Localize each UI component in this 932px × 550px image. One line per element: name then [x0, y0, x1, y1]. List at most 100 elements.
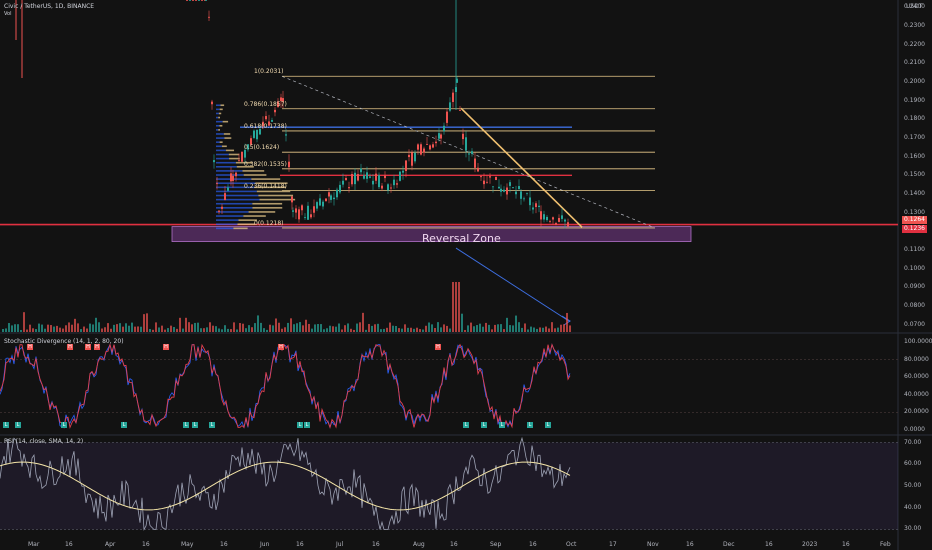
- volume-bar: [254, 323, 256, 332]
- volume-bar: [266, 329, 268, 332]
- stoch-low-marker: L: [481, 421, 487, 428]
- volume-bar: [155, 322, 157, 332]
- volume-bar: [206, 327, 208, 332]
- candle-body: [307, 205, 309, 220]
- volume-bar: [137, 326, 139, 332]
- stoch-title: Stochastic Divergence (14, 1, 2, 80, 20): [4, 338, 124, 345]
- candle-body: [555, 223, 557, 225]
- fib-level-label: 0(0.1218): [254, 219, 284, 227]
- price-y-tick: 0.1400: [904, 189, 925, 197]
- volume-bar: [422, 329, 424, 332]
- candle-body: [503, 189, 505, 192]
- volume-bar: [149, 329, 151, 332]
- chart-canvas[interactable]: [0, 0, 932, 550]
- volume-bar: [92, 324, 94, 332]
- candle-body: [549, 220, 551, 222]
- volume-bar: [29, 324, 31, 332]
- last-price-tag: 0.1236: [902, 225, 927, 233]
- candle-body: [452, 92, 454, 102]
- candle-body: [486, 181, 488, 183]
- volume-bar: [470, 322, 472, 332]
- candle-body: [393, 179, 395, 186]
- volume-bar: [152, 329, 154, 332]
- volume-bar: [224, 325, 226, 332]
- candle-body: [201, 0, 203, 1]
- candle-body: [506, 187, 508, 195]
- volume-bar: [509, 325, 511, 332]
- volume-profile-bar: [233, 227, 248, 230]
- candle-body: [440, 134, 442, 139]
- volume-profile-bar: [219, 141, 223, 143]
- volume-profile-bar: [224, 137, 232, 139]
- volume-profile-bar: [216, 133, 224, 135]
- x-tick-label: 16: [65, 541, 73, 548]
- price-y-tick: 0.1900: [904, 96, 925, 104]
- volume-bar: [383, 328, 385, 332]
- volume-label: Vol: [4, 11, 12, 17]
- candle-body: [325, 198, 327, 202]
- rsi-y-tick: 40.00: [904, 503, 922, 511]
- volume-bar: [290, 318, 292, 332]
- candle-body: [564, 219, 566, 222]
- volume-bar: [293, 324, 295, 332]
- volume-bar: [164, 329, 166, 332]
- volume-bar: [497, 324, 499, 332]
- rsi-y-tick: 30.00: [904, 525, 922, 533]
- volume-bar: [374, 324, 376, 332]
- volume-bar: [443, 324, 445, 332]
- volume-bar: [2, 329, 4, 332]
- volume-bar: [128, 325, 130, 332]
- volume-bar: [209, 322, 211, 332]
- volume-bar: [116, 324, 118, 332]
- candle-body: [330, 195, 332, 200]
- volume-bar: [302, 325, 304, 332]
- candle-body: [417, 144, 419, 150]
- volume-bar: [368, 323, 370, 332]
- stoch-low-marker: L: [183, 421, 189, 428]
- volume-profile-bar: [229, 157, 240, 160]
- candle-body: [256, 129, 258, 140]
- candle-body: [567, 222, 569, 227]
- volume-profile-bar: [237, 223, 256, 226]
- volume-bar: [557, 327, 559, 332]
- candle-body: [495, 176, 497, 181]
- rsi-title: RSI (14, close, SMA, 14, 2): [4, 438, 84, 445]
- volume-bar: [410, 327, 412, 332]
- candle-body: [405, 160, 407, 171]
- volume-bar: [329, 325, 331, 332]
- stoch-y-tick: 100.0000: [904, 338, 932, 345]
- volume-bar: [488, 324, 490, 332]
- volume-bar: [401, 328, 403, 332]
- candle-body: [552, 217, 554, 220]
- volume-profile-bar: [225, 149, 235, 152]
- volume-bar: [191, 324, 193, 332]
- volume-bar: [344, 325, 346, 332]
- volume-bar: [278, 322, 280, 332]
- volume-profile-bar: [216, 219, 239, 221]
- volume-bar: [539, 327, 541, 332]
- volume-profile-bar: [251, 178, 281, 180]
- candle-body: [384, 175, 386, 179]
- volume-bar: [419, 329, 421, 332]
- volume-bar: [485, 322, 487, 332]
- candle-body: [509, 182, 511, 186]
- stoch-low-marker: L: [304, 421, 310, 428]
- volume-bar: [251, 327, 253, 332]
- volume-profile-bar: [216, 153, 229, 156]
- volume-profile-bar: [216, 194, 259, 197]
- volume-bar: [398, 328, 400, 332]
- volume-bar: [527, 329, 529, 332]
- volume-bar: [194, 322, 196, 332]
- volume-bar: [452, 282, 454, 332]
- candle-body: [238, 159, 240, 161]
- stoch-y-tick: 20.0000: [904, 408, 929, 416]
- volume-profile-bar: [216, 223, 238, 226]
- volume-bar: [62, 328, 64, 332]
- volume-bar: [359, 322, 361, 332]
- candle-body: [408, 154, 410, 158]
- stoch-low-marker: L: [61, 421, 67, 428]
- volume-bar: [215, 326, 217, 332]
- volume-bar: [236, 329, 238, 332]
- candle-body: [195, 0, 197, 1]
- volume-bar: [95, 317, 97, 332]
